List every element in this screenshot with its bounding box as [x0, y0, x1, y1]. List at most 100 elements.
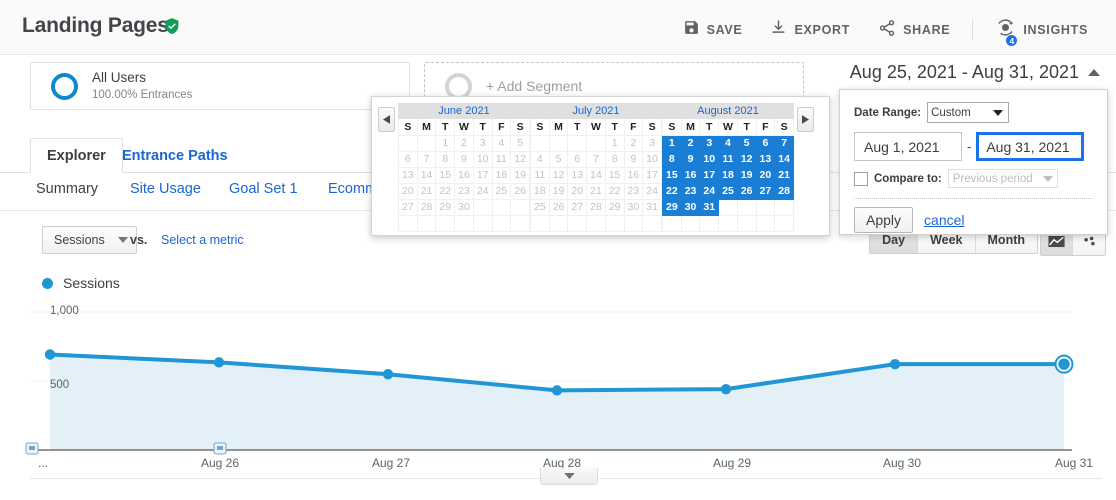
- chart-data-point[interactable]: [213, 357, 225, 368]
- calendar-day-cell[interactable]: 17: [699, 166, 720, 184]
- calendar-day-cell[interactable]: 30: [454, 198, 474, 216]
- select-metric-link[interactable]: Select a metric: [161, 233, 244, 247]
- calendar-day-cell[interactable]: 28: [586, 198, 606, 216]
- date-range-preset-select[interactable]: Custom: [927, 102, 1010, 123]
- calendar-day-cell[interactable]: 30: [623, 198, 644, 216]
- calendar-day-cell[interactable]: 16: [680, 166, 701, 184]
- share-button[interactable]: SHARE: [864, 16, 964, 45]
- calendar-day-cell[interactable]: 19: [548, 182, 569, 200]
- calendar-day-cell[interactable]: 27: [567, 198, 588, 216]
- calendar-day-cell[interactable]: 15: [662, 166, 682, 184]
- calendar-day-cell[interactable]: 7: [586, 150, 606, 168]
- calendar-day-cell[interactable]: 1: [435, 134, 456, 152]
- date-range-toggle[interactable]: Aug 25, 2021 - Aug 31, 2021: [850, 62, 1100, 83]
- calendar-day-cell[interactable]: 10: [642, 150, 662, 168]
- calendar-day-cell[interactable]: 15: [604, 166, 625, 184]
- calendar-day-cell[interactable]: 21: [774, 166, 794, 184]
- calendar-day-cell[interactable]: 27: [755, 182, 776, 200]
- calendar-day-cell[interactable]: 11: [491, 150, 512, 168]
- prev-month-icon[interactable]: [378, 107, 395, 132]
- calendar-day-cell[interactable]: 2: [680, 134, 701, 152]
- chart-data-point[interactable]: [551, 385, 563, 396]
- next-month-icon[interactable]: [797, 107, 814, 132]
- calendar-day-cell[interactable]: 25: [530, 198, 550, 216]
- calendar-day-cell[interactable]: 26: [548, 198, 569, 216]
- calendar-day-cell[interactable]: 1: [604, 134, 625, 152]
- calendar-day-cell[interactable]: 17: [642, 166, 662, 184]
- calendar-day-cell[interactable]: 2: [623, 134, 644, 152]
- calendar-day-cell[interactable]: 8: [435, 150, 456, 168]
- calendar-day-cell[interactable]: 6: [398, 150, 418, 168]
- calendar-day-cell[interactable]: 26: [736, 182, 757, 200]
- calendar-day-cell[interactable]: 6: [755, 134, 776, 152]
- calendar-day-cell[interactable]: 22: [435, 182, 456, 200]
- segment-all-users[interactable]: All Users 100.00% Entrances: [30, 62, 410, 110]
- calendar-day-cell[interactable]: 18: [530, 182, 550, 200]
- calendar-day-cell[interactable]: 3: [642, 134, 662, 152]
- subtab-summary[interactable]: Summary: [36, 181, 98, 197]
- cancel-link[interactable]: cancel: [924, 212, 964, 228]
- calendar-day-cell[interactable]: 5: [548, 150, 569, 168]
- calendar-day-cell[interactable]: 14: [586, 166, 606, 184]
- calendar-day-cell[interactable]: 23: [623, 182, 644, 200]
- calendar-day-cell[interactable]: 22: [604, 182, 625, 200]
- calendar-day-cell[interactable]: 16: [623, 166, 644, 184]
- calendar-day-cell[interactable]: 24: [472, 182, 493, 200]
- collapse-chart-button[interactable]: [540, 468, 598, 485]
- calendar-day-cell[interactable]: 10: [472, 150, 493, 168]
- calendar-day-cell[interactable]: 28: [416, 198, 437, 216]
- calendar-day-cell[interactable]: 23: [454, 182, 474, 200]
- calendar-day-cell[interactable]: 14: [774, 150, 794, 168]
- save-button[interactable]: SAVE: [669, 16, 757, 44]
- calendar-day-cell[interactable]: 20: [755, 166, 776, 184]
- calendar-day-cell[interactable]: 29: [604, 198, 625, 216]
- calendar-day-cell[interactable]: 5: [510, 134, 530, 152]
- calendar-day-cell[interactable]: 25: [491, 182, 512, 200]
- calendar-day-cell[interactable]: 3: [699, 134, 720, 152]
- calendar-day-cell[interactable]: 21: [586, 182, 606, 200]
- apply-button[interactable]: Apply: [854, 207, 914, 233]
- calendar-day-cell[interactable]: 12: [510, 150, 530, 168]
- calendar-day-cell[interactable]: 31: [642, 198, 662, 216]
- calendar-day-cell[interactable]: 10: [699, 150, 720, 168]
- calendar-day-cell[interactable]: 13: [755, 150, 776, 168]
- chart-range-slider-handle[interactable]: [25, 442, 39, 455]
- end-date-input[interactable]: Aug 31, 2021: [976, 132, 1085, 161]
- calendar-day-cell[interactable]: 29: [662, 198, 682, 216]
- subtab-goal-set-1[interactable]: Goal Set 1: [229, 181, 298, 197]
- calendar-day-cell[interactable]: 5: [736, 134, 757, 152]
- chart-data-point[interactable]: [720, 383, 732, 395]
- calendar-day-cell[interactable]: 12: [736, 150, 757, 168]
- chart-data-point[interactable]: [44, 349, 56, 360]
- chart-range-slider-handle[interactable]: [213, 442, 227, 455]
- calendar-day-cell[interactable]: 3: [472, 134, 493, 152]
- calendar-day-cell[interactable]: 1: [662, 134, 682, 152]
- calendar-day-cell[interactable]: 4: [491, 134, 512, 152]
- calendar-day-cell[interactable]: 8: [604, 150, 625, 168]
- calendar-day-cell[interactable]: 11: [718, 150, 738, 168]
- calendar-day-cell[interactable]: 18: [718, 166, 738, 184]
- calendar-day-cell[interactable]: 27: [398, 198, 418, 216]
- calendar-day-cell[interactable]: 7: [416, 150, 437, 168]
- calendar-day-cell[interactable]: 29: [435, 198, 456, 216]
- calendar-day-cell[interactable]: 24: [642, 182, 662, 200]
- insights-button[interactable]: 4 INSIGHTS: [981, 14, 1102, 47]
- calendar-day-cell[interactable]: 11: [530, 166, 550, 184]
- export-button[interactable]: EXPORT: [756, 16, 864, 44]
- calendar-day-cell[interactable]: 9: [623, 150, 644, 168]
- calendar-day-cell[interactable]: 13: [567, 166, 588, 184]
- calendar-day-cell[interactable]: 9: [680, 150, 701, 168]
- calendar-day-cell[interactable]: 28: [774, 182, 794, 200]
- tab-entrance-paths[interactable]: Entrance Paths: [106, 138, 244, 173]
- tab-explorer[interactable]: Explorer: [30, 138, 123, 173]
- calendar-day-cell[interactable]: 30: [680, 198, 701, 216]
- calendar-day-cell[interactable]: 21: [416, 182, 437, 200]
- calendar-day-cell[interactable]: 22: [662, 182, 682, 200]
- calendar-day-cell[interactable]: 9: [454, 150, 474, 168]
- calendar-day-cell[interactable]: 20: [398, 182, 418, 200]
- chart-data-point[interactable]: [382, 369, 394, 380]
- calendar-day-cell[interactable]: 6: [567, 150, 588, 168]
- calendar-day-cell[interactable]: 2: [454, 134, 474, 152]
- calendar-day-cell[interactable]: 24: [699, 182, 720, 200]
- compare-to-select[interactable]: Previous period: [947, 169, 1058, 188]
